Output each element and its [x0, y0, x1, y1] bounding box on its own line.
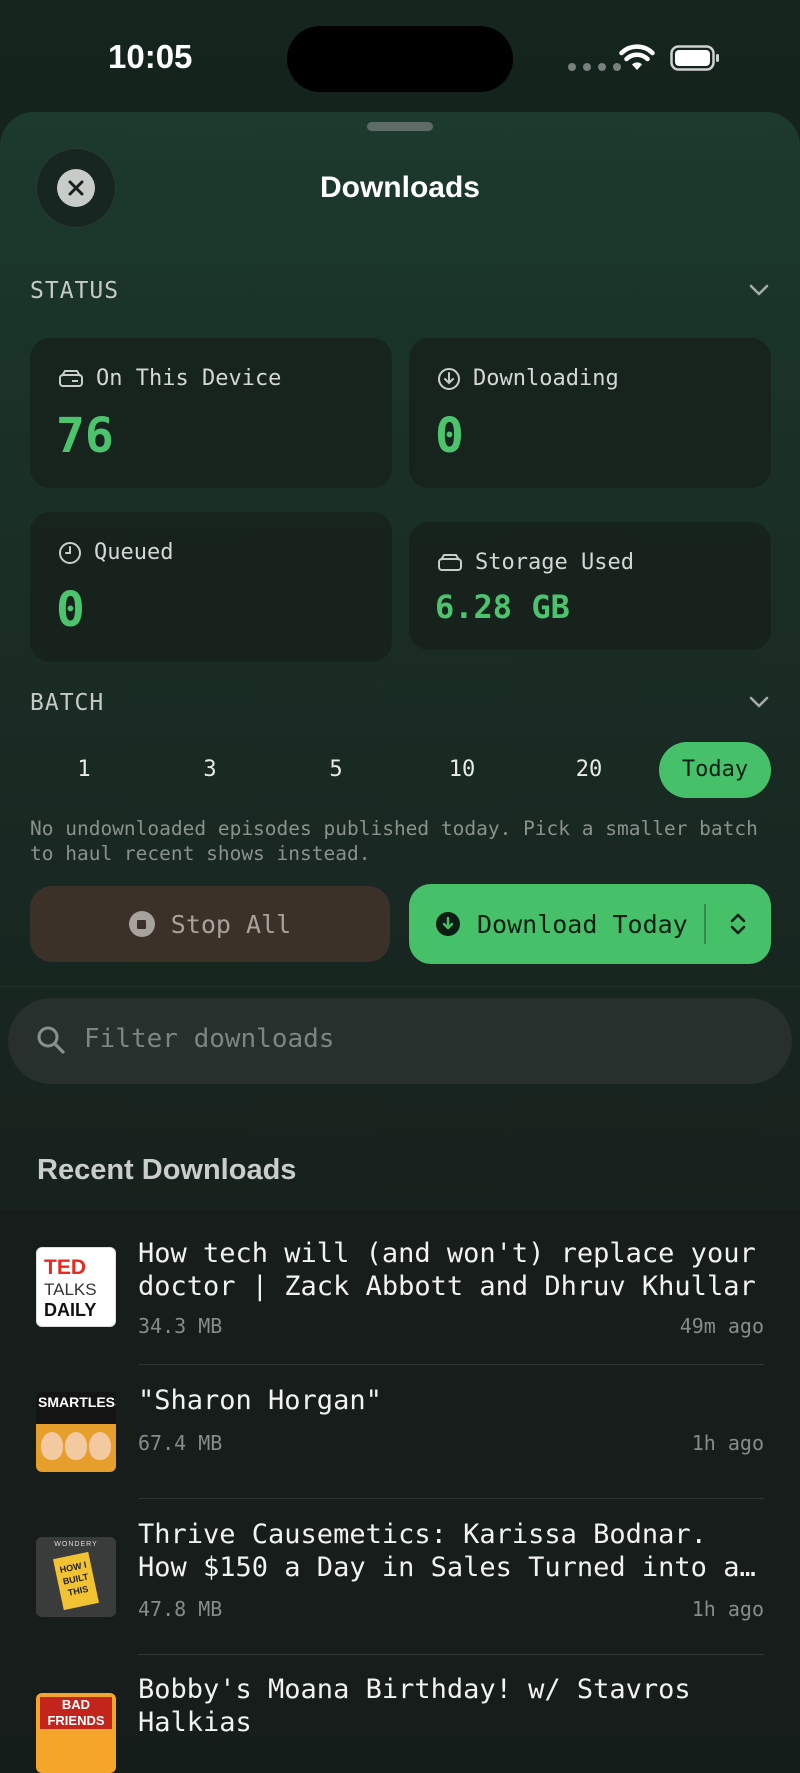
- queued-value: 0: [56, 582, 85, 638]
- download-today-label: Download Today: [477, 909, 688, 939]
- queued-label: Queued: [94, 540, 174, 565]
- status-section-label: STATUS: [30, 278, 120, 304]
- batch-option-3[interactable]: 3: [154, 742, 266, 798]
- episode-title: "Sharon Horgan": [138, 1385, 382, 1416]
- stop-all-button[interactable]: Stop All: [30, 886, 390, 962]
- storage-used-label: Storage Used: [475, 550, 634, 575]
- wifi-icon: [619, 44, 655, 70]
- episode-time: 49m ago: [679, 1314, 764, 1338]
- queued-card: Queued 0: [30, 512, 392, 662]
- clock-icon: [59, 541, 81, 564]
- episode-title: Bobby's Moana Birthday! w/ Stavros Halki…: [138, 1674, 691, 1738]
- sheet-title: Downloads: [319, 171, 480, 204]
- status-bar: 10:05: [0, 0, 800, 110]
- download-today-button[interactable]: Download Today: [409, 884, 771, 964]
- stop-all-label: Stop All: [170, 909, 292, 939]
- batch-option-20[interactable]: 20: [533, 742, 645, 798]
- batch-option-1[interactable]: 1: [28, 742, 140, 798]
- episode-size: 47.8 MB: [138, 1597, 223, 1621]
- filter-search-field[interactable]: Filter downloads: [8, 998, 792, 1084]
- chevron-up-down-icon[interactable]: [727, 911, 749, 937]
- storage-used-card: Storage Used 6.28 GB: [409, 522, 771, 650]
- storage-used-value: 6.28 GB: [435, 588, 570, 626]
- storage-icon: [438, 553, 462, 571]
- download-arrow-icon: [436, 912, 460, 936]
- drive-icon: [59, 369, 83, 387]
- batch-section-label: BATCH: [30, 690, 105, 716]
- list-item[interactable]: WONDERY HOW I BUILT THIS Thrive Causemet…: [0, 1499, 800, 1655]
- episode-size: 67.4 MB: [138, 1431, 223, 1455]
- batch-option-today[interactable]: Today: [659, 742, 771, 798]
- search-icon: [37, 1026, 65, 1054]
- downloading-card: Downloading 0: [409, 338, 771, 488]
- batch-option-5[interactable]: 5: [280, 742, 392, 798]
- episode-time: 1h ago: [691, 1597, 764, 1621]
- list-item[interactable]: SMARTLESS "Sharon Horgan" 67.4 MB 1h ago: [0, 1365, 800, 1499]
- episode-title: Thrive Causemetics: Karissa Bodnar. How …: [138, 1519, 740, 1583]
- recent-downloads-heading: Recent Downloads: [37, 1154, 297, 1186]
- episode-size: 34.3 MB: [138, 1314, 223, 1338]
- recent-downloads-list: TED TALKS DAILY How tech will (and won't…: [0, 1210, 800, 1773]
- episode-time: 1h ago: [691, 1431, 764, 1455]
- stop-icon: [128, 911, 155, 937]
- batch-hint-text: No undownloaded episodes published today…: [30, 817, 758, 865]
- downloading-label: Downloading: [473, 366, 619, 391]
- on-device-label: On This Device: [96, 366, 282, 391]
- search-placeholder: Filter downloads: [84, 1024, 335, 1054]
- on-device-value: 76: [56, 408, 114, 464]
- download-circle-icon: [438, 367, 460, 390]
- batch-option-10[interactable]: 10: [406, 742, 518, 798]
- status-time: 10:05: [108, 38, 193, 75]
- downloading-value: 0: [435, 408, 464, 464]
- podcast-artwork: WONDERY HOW I BUILT THIS: [36, 1537, 116, 1617]
- section-divider: [0, 986, 800, 987]
- podcast-artwork: TED TALKS DAILY: [36, 1247, 116, 1327]
- battery-icon: [670, 45, 719, 71]
- batch-collapse-chevron-icon[interactable]: [748, 694, 770, 710]
- cellular-signal-icon: [568, 63, 621, 71]
- list-item[interactable]: BAD FRIENDS Bobby's Moana Birthday! w/ S…: [0, 1655, 800, 1773]
- episode-title: How tech will (and won't) replace your d…: [138, 1238, 756, 1302]
- on-device-card: On This Device 76: [30, 338, 392, 488]
- sheet-grabber[interactable]: [367, 122, 433, 131]
- button-divider: [704, 904, 706, 944]
- podcast-artwork: SMARTLESS: [36, 1392, 116, 1472]
- podcast-artwork: BAD FRIENDS: [36, 1693, 116, 1773]
- status-collapse-chevron-icon[interactable]: [748, 282, 770, 298]
- list-item[interactable]: TED TALKS DAILY How tech will (and won't…: [0, 1210, 800, 1365]
- dynamic-island: [287, 26, 513, 92]
